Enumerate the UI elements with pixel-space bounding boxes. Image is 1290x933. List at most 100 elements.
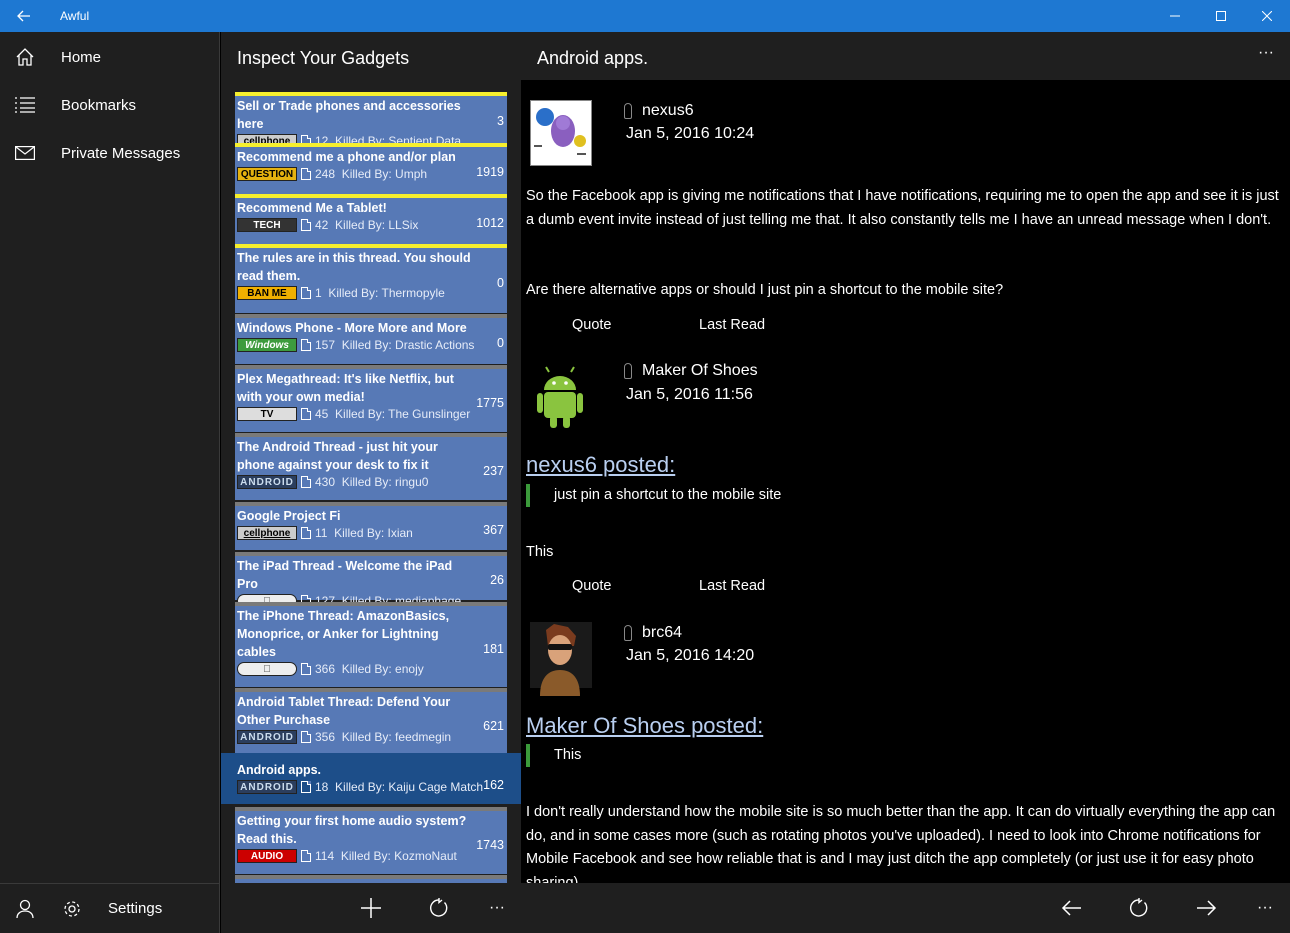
document-icon [301, 476, 311, 488]
refresh-icon [430, 898, 448, 917]
thread-tag: QUESTION [237, 167, 297, 181]
killed-by: Killed By: ringu0 [341, 475, 429, 489]
killed-by: Killed By: Umph [341, 167, 428, 181]
navigation-pane: Home Bookmarks Private Messages Settings [0, 32, 220, 933]
post-text: This [526, 544, 554, 560]
reply-count: 157 [315, 338, 336, 352]
killed-by: Killed By: The Gunslinger [335, 407, 471, 421]
nav-item-home[interactable]: Home [0, 33, 220, 81]
post-author[interactable]: brc64 [624, 624, 682, 642]
thread-item[interactable]: The iPad Thread - Welcome the iPad Pro … [235, 552, 507, 608]
thread-item-selected[interactable]: Android apps. ANDROID 18 Killed By: Kaiju… [235, 756, 507, 804]
add-thread-button[interactable] [351, 883, 391, 933]
thread-tag: ANDROID [237, 475, 297, 489]
author-name: brc64 [642, 624, 683, 641]
unread-count: 367 [483, 523, 504, 537]
killed-by: Killed By: LLSix [335, 218, 419, 232]
more-options-button[interactable]: ··· [477, 883, 517, 933]
plus-icon [361, 898, 381, 918]
post-author[interactable]: nexus6 [624, 102, 694, 120]
thread-title: The iPad Thread - Welcome the iPad Pro [237, 559, 453, 591]
minimize-button[interactable] [1152, 0, 1198, 32]
thread-item[interactable]: Windows Phone - More More and More Windo… [235, 314, 507, 364]
quote-button[interactable]: Quote [572, 317, 612, 333]
avatar [530, 360, 592, 428]
document-icon [301, 663, 311, 675]
thread-view-pane: Android apps. ··· nexus6 Jan 5, 2016 10:… [521, 32, 1290, 883]
nav-footer: Settings [0, 883, 220, 933]
reply-count: 248 [315, 167, 336, 181]
minimize-icon [1170, 15, 1180, 17]
thread-item[interactable]: Android Tablet Thread: Defend Your Other… [235, 688, 507, 754]
thread-tag: BAN ME [237, 286, 297, 300]
quote-body: This [526, 744, 581, 767]
unread-count: 181 [483, 642, 504, 656]
thread-title: Android Tablet Thread: Defend Your Other… [237, 695, 451, 727]
thread-title: Recommend Me a Tablet! [237, 201, 387, 215]
thread-tag: Windows [237, 338, 297, 352]
quote-header-link[interactable]: Maker Of Shoes posted: [526, 713, 763, 739]
document-icon [301, 850, 311, 862]
thread-tag: cellphone [237, 526, 297, 540]
author-name: nexus6 [642, 102, 694, 119]
user-badge-icon [624, 103, 632, 119]
gear-icon[interactable] [50, 899, 94, 919]
more-options-button[interactable]: ··· [1258, 44, 1274, 62]
account-icon[interactable] [0, 899, 50, 919]
unread-count: 162 [483, 778, 504, 792]
unread-count: 1743 [476, 838, 504, 852]
killed-by: Killed By: KozmoNaut [340, 849, 457, 863]
thread-title: The Android Thread - just hit your phone… [237, 440, 438, 472]
document-icon [301, 527, 311, 539]
thread-title: The iPhone Thread: AmazonBasics, Monopri… [237, 609, 450, 659]
last-read-button[interactable]: Last Read [699, 578, 765, 594]
maximize-button[interactable] [1198, 0, 1244, 32]
thread-item[interactable]: Sell or Trade phones and accessories her… [235, 92, 507, 148]
unread-count: 237 [483, 464, 504, 478]
thread-item[interactable] [235, 875, 507, 883]
thread-item[interactable]: Google Project Fi cellphone 11 Killed By:… [235, 502, 507, 550]
settings-button[interactable]: Settings [108, 900, 162, 917]
thread-title: Android apps. [537, 48, 649, 68]
thread-item[interactable]: Recommend me a phone and/or plan QUESTIO… [235, 143, 507, 194]
previous-page-button[interactable] [1051, 883, 1091, 933]
close-button[interactable] [1244, 0, 1290, 32]
back-button[interactable] [0, 0, 48, 32]
author-name: Maker Of Shoes [642, 362, 758, 379]
refresh-threads-button[interactable] [419, 883, 459, 933]
thread-item[interactable]: The Android Thread - just hit your phone… [235, 433, 507, 500]
user-badge-icon [624, 363, 632, 379]
selected-thread-highlight: Android apps. ANDROID 18 Killed By: Kaiju… [221, 753, 521, 804]
thread-item[interactable]: The rules are in this thread. You should… [235, 244, 507, 313]
reply-count: 18 [315, 780, 329, 794]
quote-header-link[interactable]: nexus6 posted: [526, 452, 675, 478]
nav-item-bookmarks[interactable]: Bookmarks [0, 81, 220, 129]
reply-count: 1 [315, 286, 322, 300]
forum-title: Inspect Your Gadgets [237, 48, 410, 68]
quote-button[interactable]: Quote [572, 578, 612, 594]
thread-title: The rules are in this thread. You should… [237, 251, 471, 283]
user-badge-icon [624, 625, 632, 641]
refresh-thread-button[interactable] [1119, 883, 1159, 933]
close-icon [1262, 11, 1272, 21]
more-options-button[interactable]: ··· [1245, 883, 1285, 933]
unread-count: 1775 [476, 396, 504, 410]
document-icon [301, 781, 311, 793]
post-author[interactable]: Maker Of Shoes [624, 362, 758, 380]
last-read-button[interactable]: Last Read [699, 317, 765, 333]
reply-count: 366 [315, 662, 336, 676]
maximize-icon [1216, 11, 1226, 21]
next-page-button[interactable] [1187, 883, 1227, 933]
nav-item-label: Home [61, 48, 102, 66]
thread-item[interactable]: Plex Megathread: It's like Netflix, but … [235, 365, 507, 432]
home-icon [0, 47, 50, 67]
thread-tag: ANDROID [237, 780, 297, 794]
thread-item[interactable]: Getting your first home audio system? Re… [235, 807, 507, 874]
document-icon [301, 408, 311, 420]
nav-item-label: Bookmarks [61, 96, 137, 114]
thread-item[interactable]: Recommend Me a Tablet! TECH 42 Killed By:… [235, 194, 507, 244]
app-title: Awful [60, 9, 90, 23]
thread-item[interactable]: The iPhone Thread: AmazonBasics, Monopri… [235, 602, 507, 687]
nav-item-private-messages[interactable]: Private Messages [0, 129, 220, 177]
refresh-icon [1130, 898, 1148, 917]
